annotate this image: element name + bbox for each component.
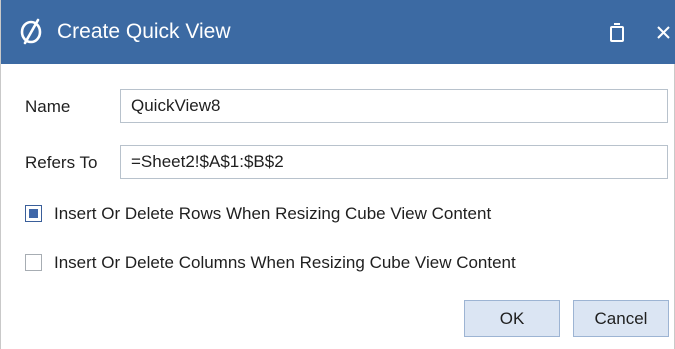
close-button[interactable] [649, 19, 675, 45]
refers-to-input[interactable] [120, 145, 668, 179]
dialog-titlebar[interactable]: Create Quick View [1, 0, 675, 64]
name-label: Name [25, 97, 71, 116]
restore-button[interactable] [605, 19, 629, 45]
create-quick-view-dialog: Create Quick View Name Refers To Insert … [0, 0, 675, 349]
dialog-title: Create Quick View [57, 20, 231, 43]
restore-window-icon [610, 23, 624, 42]
insert-delete-columns-checkbox[interactable] [25, 254, 42, 271]
insert-delete-rows-checkbox[interactable] [25, 205, 42, 222]
cancel-button[interactable]: Cancel [573, 300, 669, 337]
close-icon [657, 26, 670, 39]
app-logo-icon [20, 18, 42, 45]
name-input[interactable] [120, 89, 668, 123]
insert-delete-rows-label: Insert Or Delete Rows When Resizing Cube… [54, 204, 492, 223]
ok-button[interactable]: OK [464, 300, 560, 337]
insert-delete-columns-label: Insert Or Delete Columns When Resizing C… [54, 253, 516, 272]
checkbox-checked-mark [29, 209, 38, 218]
refers-to-label: Refers To [25, 153, 98, 172]
